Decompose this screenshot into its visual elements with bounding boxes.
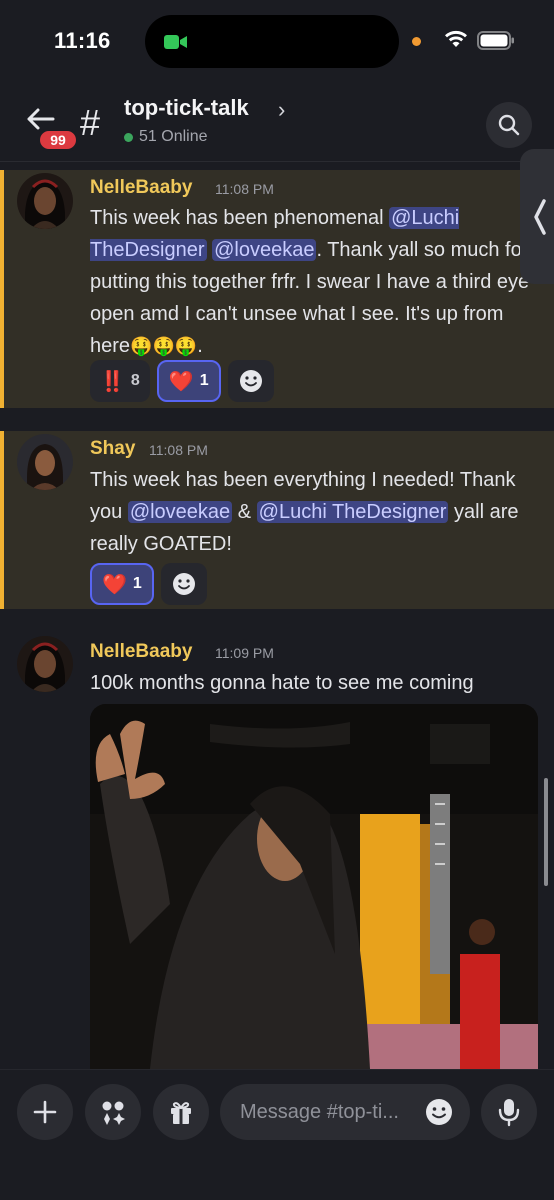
status-time: 11:16 xyxy=(54,28,111,53)
reaction-double-exclamation[interactable]: ‼️ 8 xyxy=(90,360,150,402)
emoji-icon[interactable] xyxy=(424,1097,454,1127)
online-count: 51 Online xyxy=(124,128,208,146)
chevron-left-icon[interactable] xyxy=(520,149,554,284)
privacy-indicator xyxy=(412,37,421,46)
author-name[interactable]: NelleBaaby xyxy=(90,177,192,199)
channel-hash-icon: # xyxy=(80,102,101,143)
channel-name[interactable]: top-tick-talk xyxy=(124,95,249,121)
reaction-count: 1 xyxy=(199,372,209,389)
heart-emoji: ❤️ xyxy=(168,370,194,393)
message-composer xyxy=(0,1069,554,1200)
unread-badge: 99 xyxy=(37,128,79,152)
reaction-heart[interactable]: ❤️ 1 xyxy=(90,563,154,605)
apps-icon[interactable] xyxy=(85,1084,141,1140)
mention[interactable]: @Luchi TheDesigner xyxy=(256,501,449,523)
battery-icon xyxy=(477,31,515,50)
reactions-row: ❤️ 1 xyxy=(90,563,207,605)
gift-icon[interactable] xyxy=(153,1084,209,1140)
online-text: 51 Online xyxy=(139,128,208,145)
search-icon[interactable] xyxy=(486,102,532,148)
add-reaction-icon[interactable] xyxy=(227,360,274,402)
mention[interactable]: @loveekae xyxy=(212,239,317,261)
author-name[interactable]: Shay xyxy=(90,438,135,460)
timestamp: 11:08 PM xyxy=(215,181,274,197)
online-dot xyxy=(124,132,133,142)
text-segment: . xyxy=(197,335,203,357)
status-bar: 11:16 xyxy=(0,0,554,82)
reaction-heart[interactable]: ❤️ 1 xyxy=(156,360,221,402)
message-input[interactable] xyxy=(240,1084,420,1140)
video-camera-icon xyxy=(161,28,190,55)
text-segment: This week has been phenomenal xyxy=(90,207,390,229)
message-text: This week has been phenomenal @Luchi The… xyxy=(90,202,530,362)
avatar[interactable] xyxy=(17,173,73,229)
heart-emoji: ❤️ xyxy=(102,573,127,596)
gif-attachment[interactable] xyxy=(90,704,538,1069)
reaction-count: 1 xyxy=(132,575,142,592)
message-item[interactable]: Shay 11:08 PM This week has been everyth… xyxy=(0,431,554,609)
message-item[interactable]: NelleBaaby 11:08 PM This week has been p… xyxy=(0,170,554,408)
mention[interactable]: @loveekae xyxy=(127,501,233,523)
text-segment: & xyxy=(232,501,257,523)
message-input-container[interactable] xyxy=(220,1084,470,1140)
double-exclamation-emoji: ‼️ xyxy=(100,370,125,393)
microphone-icon[interactable] xyxy=(481,1084,537,1140)
reactions-row: ‼️ 8 ❤️ 1 xyxy=(90,360,274,402)
scrollbar[interactable] xyxy=(544,778,548,886)
wifi-icon xyxy=(443,29,469,49)
timestamp: 11:08 PM xyxy=(149,442,208,458)
add-reaction-icon[interactable] xyxy=(160,563,207,605)
chevron-right-icon[interactable]: › xyxy=(278,97,285,123)
message-text: 100k months gonna hate to see me coming xyxy=(90,672,474,694)
timestamp: 11:09 PM xyxy=(215,645,274,661)
avatar[interactable] xyxy=(17,434,73,490)
message-text: This week has been everything I needed! … xyxy=(90,464,535,560)
plus-icon[interactable] xyxy=(17,1084,73,1140)
channel-header: 99 # top-tick-talk › 51 Online xyxy=(0,82,554,162)
author-name[interactable]: NelleBaaby xyxy=(90,641,192,663)
dynamic-island xyxy=(145,15,399,68)
avatar[interactable] xyxy=(17,636,73,692)
money-face-emoji: 🤑🤑🤑 xyxy=(130,336,198,356)
reaction-count: 8 xyxy=(130,372,140,389)
